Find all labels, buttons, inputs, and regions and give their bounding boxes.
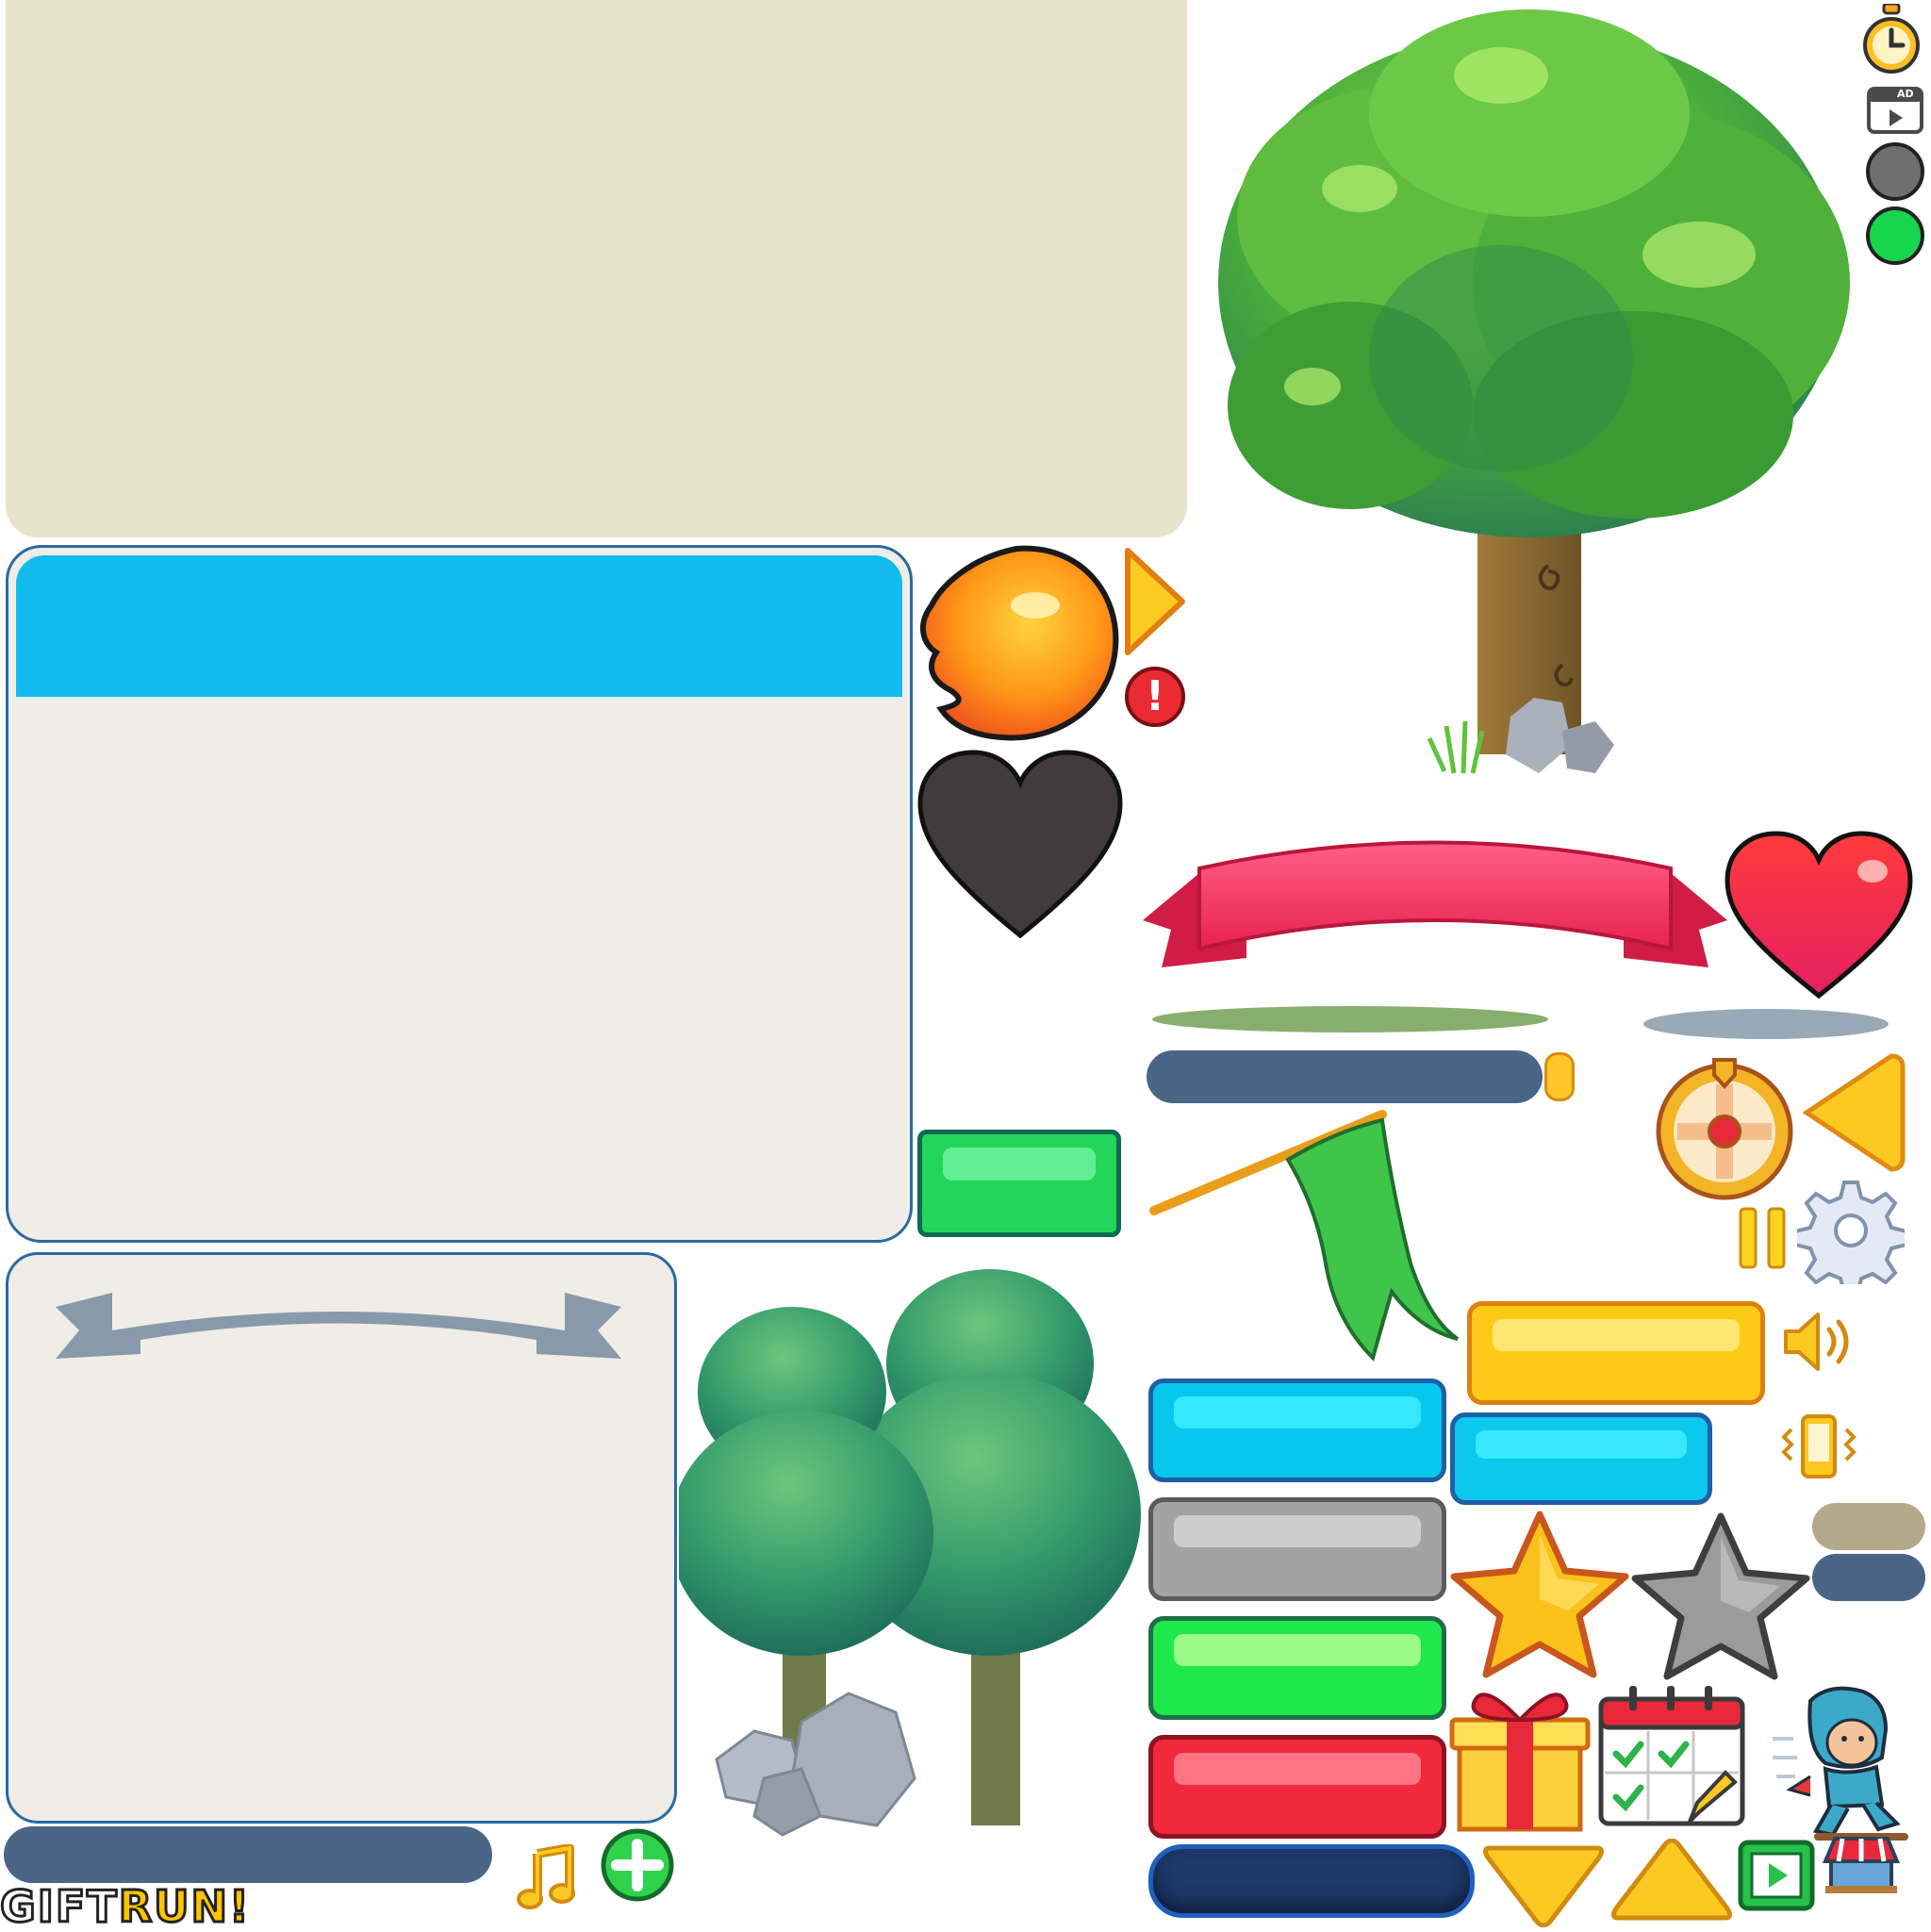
progress-bar-track [4,1826,492,1883]
button-shine [943,1148,1096,1181]
logo-part-gift: GIFT [0,1881,119,1932]
small-green-button[interactable] [917,1130,1121,1237]
beige-panel [6,0,1187,537]
shadow-ellipse [1643,1009,1889,1039]
back-arrow-icon[interactable] [1797,1049,1906,1177]
gray-dot-icon [1866,142,1924,201]
ad-video-icon: AD [1867,87,1923,134]
video-play-icon[interactable] [1737,1839,1816,1912]
star-gray-icon [1631,1512,1810,1680]
lucky-wheel-icon[interactable] [1652,1052,1797,1201]
gray-button[interactable] [1148,1497,1446,1601]
green-button[interactable] [1148,1616,1446,1720]
slider-handle[interactable] [1544,1052,1575,1101]
star-gold-icon [1450,1511,1629,1678]
heart-icon [1725,831,1913,999]
button-shine [1174,1515,1421,1547]
play-arrow-icon [1125,548,1185,655]
gear-icon[interactable] [1797,1177,1905,1284]
shop-icon[interactable] [1822,1833,1901,1895]
logo-part-run: RUN! [117,1881,251,1932]
cyan-button[interactable] [1148,1379,1446,1482]
empty-heart-icon [917,750,1123,939]
button-shine [1476,1430,1687,1459]
calendar-icon[interactable] [1595,1682,1748,1829]
button-shine [1174,1396,1421,1428]
red-button[interactable] [1148,1735,1446,1839]
dialog-panel-blue-header [6,545,913,1243]
big-tree [1218,9,1850,774]
dino-kid-character [1773,1686,1908,1841]
ribbon-shadow [56,1293,621,1359]
game-logo: GIFTRUN! [0,1881,251,1932]
green-dot-icon [1866,206,1924,265]
beige-pill [1812,1503,1925,1550]
cyan-button-small[interactable] [1450,1412,1712,1505]
ad-label: AD [1897,88,1914,100]
flag-icon [1149,1110,1460,1362]
alert-icon: ! [1124,666,1186,728]
ribbon-banner [1143,840,1727,1032]
button-shine [1174,1753,1421,1785]
navy-button[interactable] [1148,1844,1475,1918]
button-shine [1174,1634,1421,1666]
up-arrow-icon[interactable] [1609,1839,1735,1924]
navy-pill [1812,1554,1925,1601]
alert-mark: ! [1145,672,1165,720]
dialog-panel-ribbon [6,1252,677,1824]
twin-trees [679,1269,1141,1837]
button-shine [1493,1319,1740,1351]
vibrate-icon[interactable] [1778,1412,1859,1480]
sound-icon[interactable] [1782,1311,1857,1373]
yellow-button[interactable] [1467,1301,1765,1405]
dialog-header-bar [16,555,902,701]
slider-track[interactable] [1147,1050,1543,1103]
fireball-icon [920,545,1119,741]
music-icon[interactable] [517,1844,575,1910]
down-arrow-icon[interactable] [1480,1842,1607,1927]
stopwatch-icon [1863,4,1920,74]
pause-icon[interactable] [1737,1205,1790,1271]
gift-icon[interactable] [1446,1682,1593,1833]
plus-icon[interactable] [600,1827,675,1903]
